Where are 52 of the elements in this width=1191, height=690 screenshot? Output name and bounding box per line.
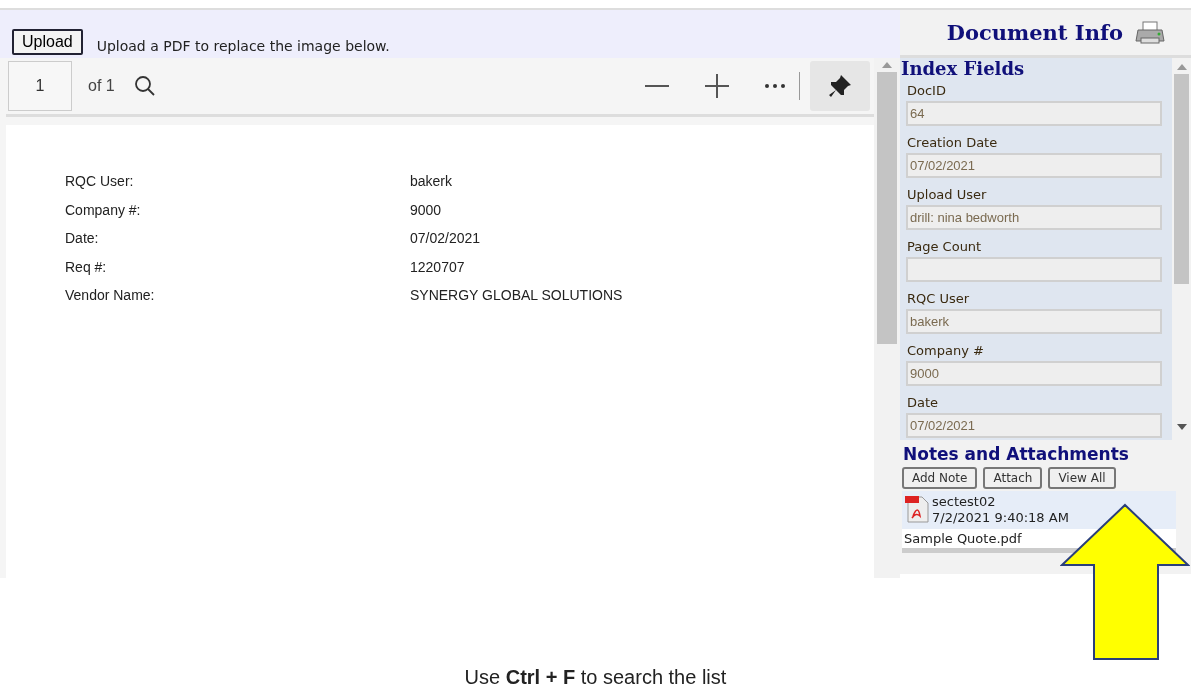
more-icon[interactable] (765, 84, 785, 88)
field-label: RQC User: (65, 173, 135, 191)
scroll-thumb[interactable] (1174, 74, 1189, 284)
field-label: RQC User (907, 290, 971, 308)
pin-button[interactable] (810, 61, 870, 111)
scroll-down-icon[interactable] (1176, 424, 1187, 430)
scroll-thumb[interactable] (877, 72, 897, 344)
section-title: Notes and Attachments (903, 444, 1130, 464)
page-total: of 1 (88, 77, 115, 95)
scrollbar[interactable] (874, 58, 900, 578)
panel-title: Document Info (946, 20, 1123, 45)
field-label: Page Count (907, 238, 983, 256)
field-value: SYNERGY GLOBAL SOLUTIONS (410, 287, 624, 305)
field-label: Upload User (907, 186, 988, 204)
page-number-field[interactable]: 1 (8, 61, 72, 111)
notes-button[interactable]: View All (1048, 467, 1116, 489)
field-label: Company # (907, 342, 985, 360)
pdf-icon (904, 494, 930, 524)
field-label: Req #: (65, 258, 108, 277)
zoom-in-icon[interactable] (705, 74, 729, 98)
upload-hint: Upload a PDF to replace the image below. (96, 38, 390, 54)
scroll-up-icon[interactable] (1176, 64, 1187, 70)
input-field[interactable]: drill: nina bedworth (906, 205, 1162, 230)
field-label: DocID (907, 82, 947, 100)
field-label: Company #: (65, 201, 142, 220)
field-label: Creation Date (907, 134, 999, 152)
notes-button[interactable]: Attach (983, 467, 1043, 489)
input-field[interactable]: 07/02/2021 (906, 413, 1162, 438)
printer-icon[interactable] (1135, 20, 1165, 45)
pin-icon (827, 73, 853, 99)
note-author: sectest02 (932, 494, 997, 510)
note-time: 7/2/2021 9:40:18 AM (932, 510, 1069, 526)
note-item[interactable]: sectest02 7/2/2021 9:40:18 AM (902, 491, 1176, 529)
section-title: Index Fields (901, 58, 1026, 79)
input-field[interactable]: 9000 (906, 361, 1162, 386)
field-value: 9000 (410, 201, 443, 220)
field-label: Vendor Name: (65, 287, 156, 305)
field-label: Date: (65, 230, 100, 248)
upload-button[interactable]: Upload (12, 29, 83, 55)
search-icon[interactable] (132, 74, 157, 98)
input-field[interactable]: bakerk (906, 309, 1162, 334)
field-value: 1220707 (410, 258, 466, 277)
input-field[interactable] (906, 257, 1162, 282)
field-value: bakerk (410, 173, 454, 191)
instruction-text: Use Ctrl + F to search the list (464, 666, 727, 688)
input-field[interactable]: 64 (906, 101, 1162, 126)
field-value: 07/02/2021 (410, 230, 482, 248)
input-field[interactable]: 07/02/2021 (906, 153, 1162, 178)
field-label: Date (907, 394, 940, 412)
notes-button[interactable]: Add Note (902, 467, 978, 489)
zoom-out-icon[interactable] (645, 84, 669, 88)
scroll-up-icon[interactable] (882, 62, 892, 68)
